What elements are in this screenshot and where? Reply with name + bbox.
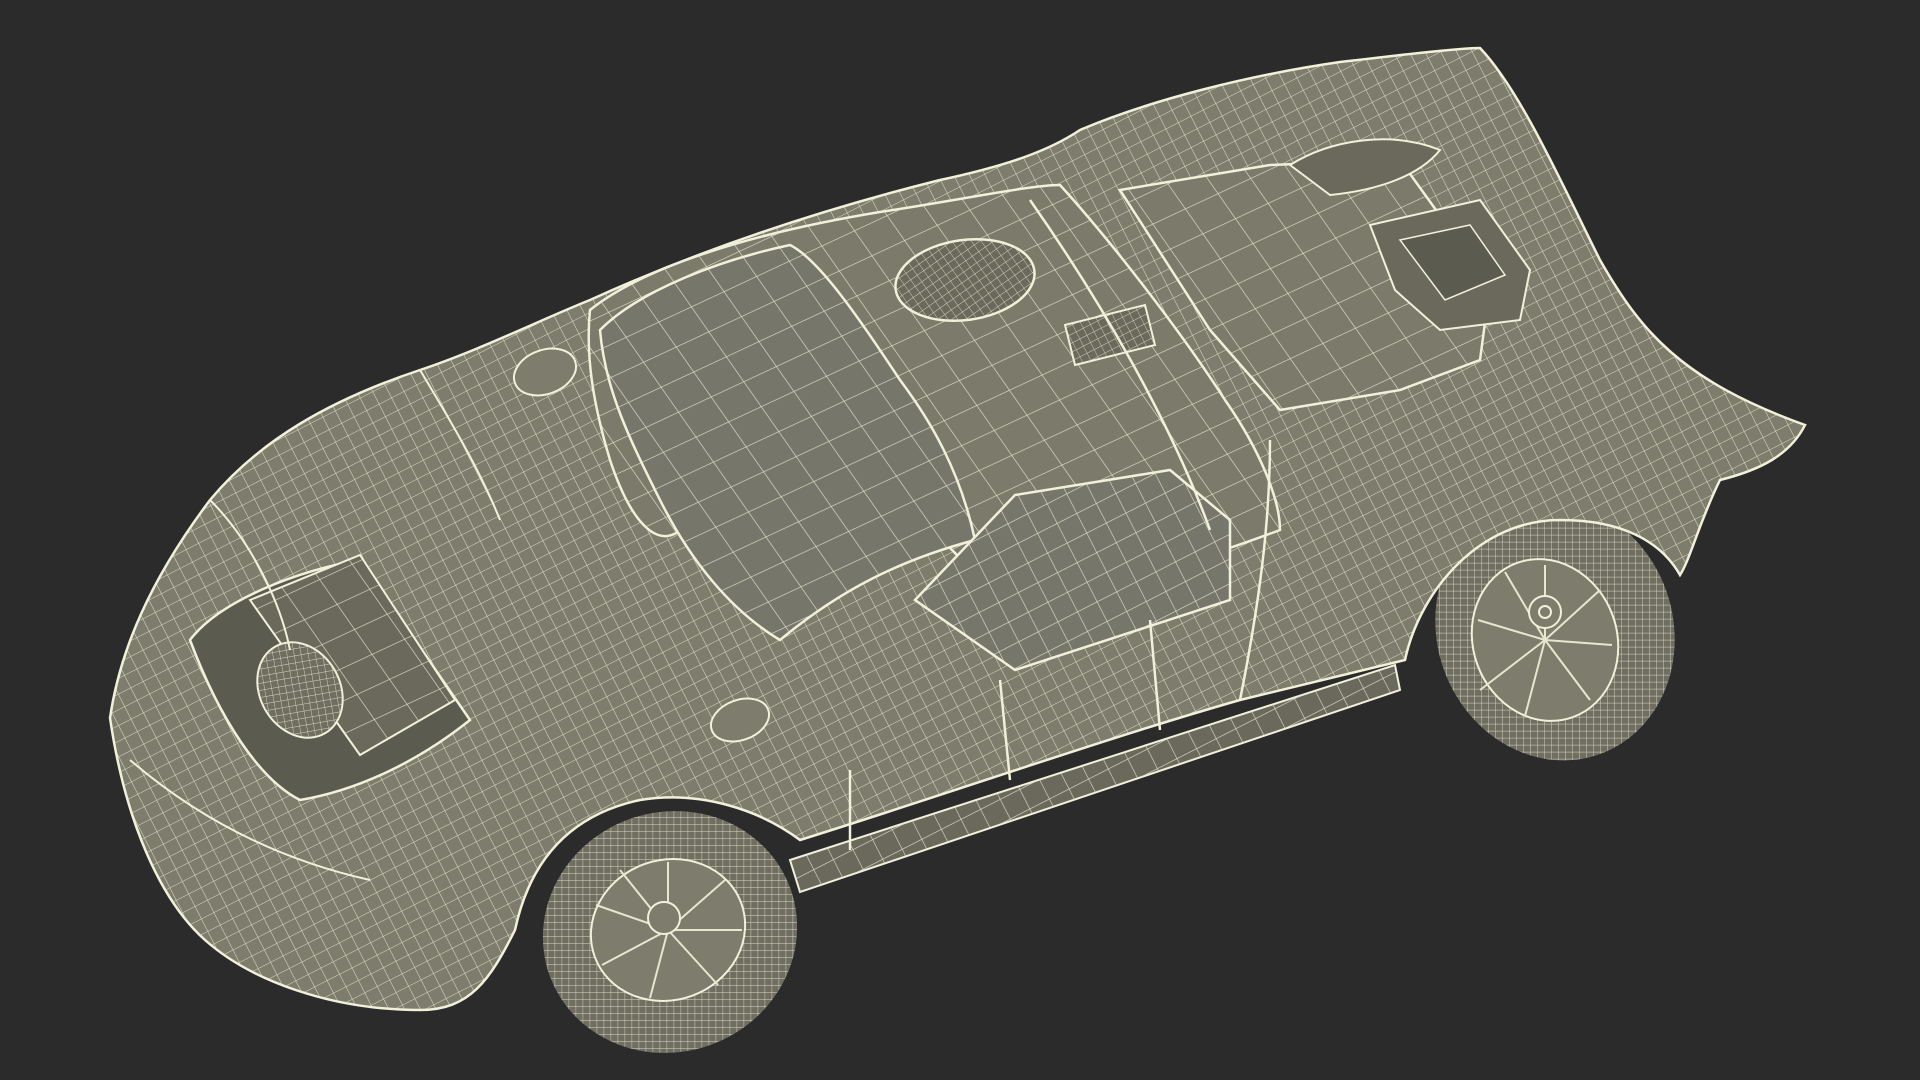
render-viewport [0, 0, 1920, 1080]
car-wireframe-image [108, 46, 1807, 1053]
